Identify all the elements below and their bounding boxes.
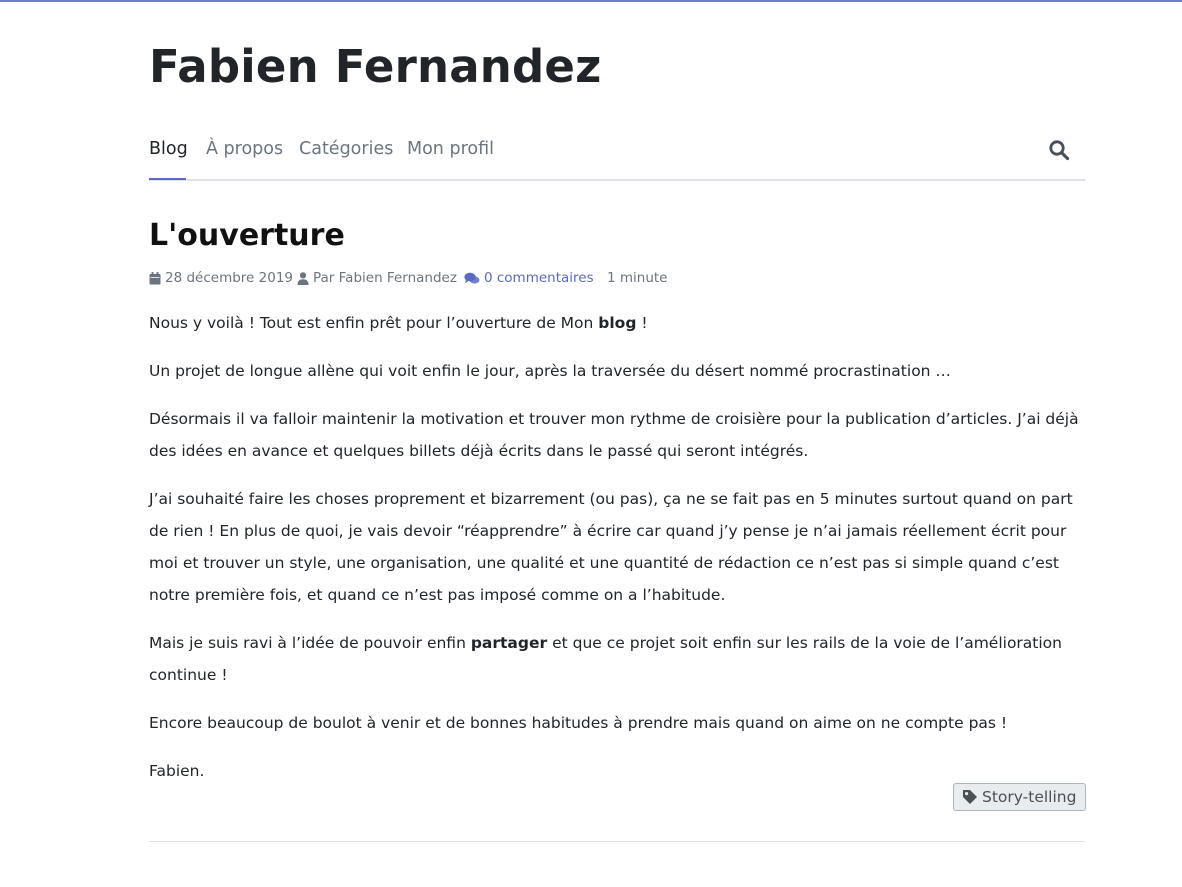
post-paragraph: Fabien.	[149, 762, 205, 780]
paragraph-text: Mais je suis ravi à l’idée de pouvoir en…	[149, 634, 471, 652]
post-comments[interactable]: 0 commentaires	[464, 270, 594, 286]
bold-text: partager	[470, 634, 548, 652]
site-title[interactable]: Fabien Fernandez	[149, 40, 602, 93]
tag-label: Story-telling	[982, 788, 1077, 806]
post-reading-time: 1 minute	[607, 270, 668, 286]
top-accent-bar	[0, 0, 1182, 2]
tag-story-telling[interactable]: Story-telling	[953, 783, 1087, 811]
tag-icon	[963, 790, 977, 804]
nav-item-blog[interactable]: Blog	[149, 139, 188, 159]
post-paragraph: J’ai souhaité faire les choses propremen…	[149, 490, 1073, 604]
post-divider	[149, 841, 1085, 842]
nav-item-profile[interactable]: Mon profil	[407, 139, 494, 159]
nav-item-about[interactable]: À propos	[206, 139, 283, 159]
post-paragraph: Mais je suis ravi à l’idée de pouvoir en…	[149, 627, 1085, 691]
search-icon[interactable]	[1048, 139, 1072, 163]
post-title[interactable]: L'ouverture	[149, 218, 345, 253]
post-paragraph: Désormais il va falloir maintenir la mot…	[149, 410, 1079, 460]
user-icon	[297, 271, 309, 285]
post-paragraph: Un projet de longue allène qui voit enfi…	[149, 362, 951, 380]
bold-text: blog	[598, 314, 637, 332]
post-comments-text[interactable]: 0 commentaires	[484, 270, 594, 286]
post-paragraph: Encore beaucoup de boulot à venir et de …	[149, 714, 1008, 732]
post-date-text: 28 décembre 2019	[165, 270, 293, 286]
post-paragraph: Nous y voilà ! Tout est enfin prêt pour …	[149, 307, 1085, 339]
post-date: 28 décembre 2019	[149, 270, 293, 286]
comments-icon	[464, 272, 480, 284]
paragraph-text: Nous y voilà ! Tout est enfin prêt pour …	[149, 314, 599, 332]
nav-active-underline	[149, 178, 186, 180]
post-author: Par Fabien Fernandez	[297, 270, 457, 286]
calendar-icon	[149, 271, 161, 284]
post-content: Nous y voilà ! Tout est enfin prêt pour …	[149, 307, 1085, 803]
nav-item-categories[interactable]: Catégories	[299, 139, 393, 159]
post-author-text[interactable]: Par Fabien Fernandez	[313, 270, 457, 286]
main-nav: Blog À propos Catégories Mon profil	[149, 127, 1085, 181]
paragraph-text: !	[636, 314, 648, 332]
